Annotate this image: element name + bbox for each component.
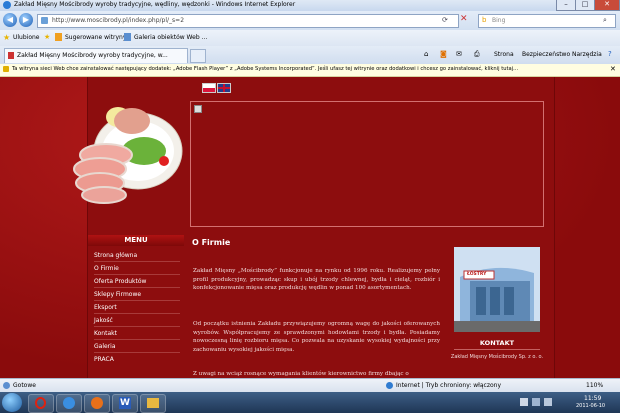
window-title: Zakład Mięsny Mościbrody wyroby tradycyj… — [14, 1, 296, 8]
home-icon[interactable]: ⌂ — [424, 50, 428, 58]
address-bar[interactable]: http://www.moscibrody.pl/index.php/pl/_s… — [37, 14, 459, 28]
menu-item-home[interactable]: Strona główna — [94, 250, 180, 262]
info-bar-text: Ta witryna sieci Web chce zainstalować n… — [12, 66, 519, 72]
opera-icon[interactable] — [28, 394, 54, 413]
page-title: O Firmie — [192, 238, 231, 247]
favorites-star-icon[interactable]: ★ — [3, 33, 10, 42]
content-paragraph-1: Zakład Mięsny „Mościbrody” funkcjonuje n… — [193, 268, 440, 291]
forward-button[interactable]: ▶ — [19, 13, 33, 27]
volume-icon[interactable] — [544, 398, 552, 406]
web-gallery-icon — [124, 33, 131, 41]
stop-icon[interactable]: ✕ — [460, 14, 468, 24]
content-paragraph-2: Od początku istnienia Zakładu przywiązuj… — [193, 321, 440, 353]
page-menu[interactable]: Strona — [494, 51, 514, 58]
help-icon[interactable]: ? — [608, 50, 612, 58]
refresh-icon[interactable]: ⟳ — [442, 16, 448, 24]
word-icon[interactable]: W — [112, 394, 138, 413]
addon-info-bar[interactable]: Ta witryna sieci Web chce zainstalować n… — [0, 64, 620, 77]
bing-icon: b — [482, 16, 487, 24]
address-row: ◀ ▶ http://www.moscibrody.pl/index.php/p… — [0, 11, 620, 30]
status-bar: Gotowe Internet | Tryb chroniony: włączo… — [0, 378, 620, 393]
explorer-folder-icon[interactable] — [140, 394, 166, 413]
clock-date[interactable]: 2011-06-10 — [576, 403, 605, 409]
safety-menu[interactable]: Bezpieczeństwo — [522, 51, 570, 58]
url-text: http://www.moscibrody.pl/index.php/pl/_s… — [52, 17, 185, 24]
feeds-icon[interactable]: ◙ — [440, 50, 447, 58]
missing-plugin-icon — [194, 105, 202, 113]
shop-photo: ŁOSTRY — [454, 247, 540, 332]
new-tab-button[interactable] — [190, 49, 206, 63]
window-title-bar: Zakład Mięsny Mościbrody wyroby tradycyj… — [0, 0, 620, 11]
menu-header: MENU — [88, 235, 184, 246]
ie-logo-icon — [3, 1, 11, 9]
page-status-icon — [3, 382, 10, 389]
flash-placeholder — [190, 101, 544, 227]
tab-label: Zakład Mięsny Mościbrody wyroby tradycyj… — [17, 52, 168, 59]
browser-tab[interactable]: Zakład Mięsny Mościbrody wyroby tradycyj… — [4, 48, 188, 63]
print-icon[interactable]: ⎙ — [474, 50, 480, 59]
menu-item-contact[interactable]: Kontakt — [94, 328, 180, 340]
clock-time[interactable]: 11:59 — [584, 395, 601, 402]
search-icon[interactable]: ⌕ — [603, 16, 607, 25]
back-button[interactable]: ◀ — [3, 13, 17, 27]
web-page: MENU Strona główna O Firmie Oferta Produ… — [0, 77, 620, 378]
tab-row: Zakład Mięsny Mościbrody wyroby tradycyj… — [0, 46, 620, 64]
security-zone-text[interactable]: Internet | Tryb chroniony: włączony — [396, 382, 501, 389]
tray-icon[interactable] — [520, 398, 528, 406]
start-button[interactable] — [2, 393, 22, 412]
web-gallery-link[interactable]: Galeria obiektów Web ... — [134, 34, 207, 41]
search-placeholder: Bing — [492, 17, 506, 24]
menu-item-export[interactable]: Eksport — [94, 302, 180, 314]
warning-icon — [3, 66, 9, 72]
menu-item-shops[interactable]: Sklepy Firmowe — [94, 289, 180, 301]
contact-divider — [454, 349, 540, 350]
shop-sign: ŁOSTRY — [467, 272, 487, 277]
content-paragraph-3: Z uwagi na wciąż rosnące wymagania klien… — [193, 371, 409, 377]
internet-zone-icon — [386, 382, 393, 389]
english-flag-icon[interactable] — [217, 83, 231, 93]
close-infobar-icon[interactable]: ✕ — [610, 65, 616, 73]
internet-explorer-icon[interactable] — [56, 394, 82, 413]
add-favorite-icon[interactable]: ★ — [44, 33, 50, 41]
polish-flag-icon[interactable] — [202, 83, 216, 93]
firefox-icon[interactable] — [84, 394, 110, 413]
search-box[interactable]: b Bing ⌕ — [478, 14, 616, 28]
menu-item-gallery[interactable]: Galeria — [94, 341, 180, 353]
favorites-label[interactable]: Ulubione — [13, 34, 40, 41]
mail-icon[interactable]: ✉ — [456, 50, 462, 58]
minimize-button[interactable]: – — [556, 0, 576, 11]
site-favicon-icon — [8, 52, 14, 59]
taskbar: W 11:59 2011-06-10 — [0, 392, 620, 413]
menu-item-jobs[interactable]: PRACA — [94, 354, 180, 365]
suggested-sites-icon — [55, 33, 62, 41]
page-icon — [41, 17, 48, 24]
menu-item-products[interactable]: Oferta Produktów — [94, 276, 180, 288]
favorites-bar: ★ Ulubione ★ Sugerowane witryny Galeria … — [0, 30, 620, 47]
network-icon[interactable] — [532, 398, 540, 406]
ham-plate-image — [73, 107, 183, 204]
close-window-button[interactable]: ✕ — [594, 0, 620, 11]
suggested-sites-link[interactable]: Sugerowane witryny — [65, 34, 126, 41]
maximize-button[interactable]: □ — [575, 0, 595, 11]
company-name: Zakład Mięsny Mościbrody Sp. z o. o. — [450, 354, 544, 360]
tools-menu[interactable]: Narzędzia — [572, 51, 602, 58]
contact-title: KONTAKT — [479, 339, 515, 347]
zoom-level[interactable]: 110% — [586, 382, 603, 389]
menu-item-about[interactable]: O Firmie — [94, 263, 180, 275]
status-text: Gotowe — [13, 382, 36, 389]
menu-item-quality[interactable]: Jakość — [94, 315, 180, 327]
